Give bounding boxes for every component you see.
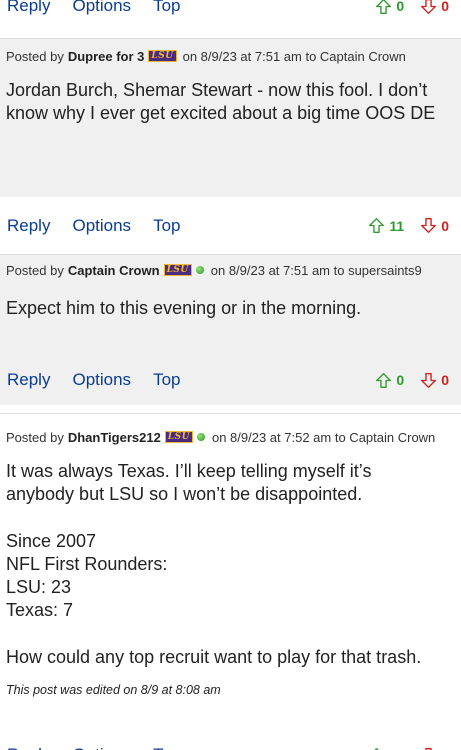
- upvote-count: 11: [389, 217, 405, 234]
- posted-by-label: Posted by: [6, 48, 64, 64]
- post-line: NFL First Rounders:: [6, 554, 168, 574]
- edited-note: This post was edited on 8/9 at 8:08 am: [6, 683, 221, 697]
- post-line: Since 2007: [6, 531, 97, 551]
- post-meta: on 8/9/23 at 7:51 am to supersaints9: [210, 262, 422, 278]
- post-line: anybody but LSU so I won’t be disappoint…: [6, 484, 363, 504]
- lsu-badge-icon: LSU: [163, 264, 192, 276]
- arrow-down-icon: [425, 747, 432, 750]
- lsu-badge-icon: LSU: [164, 431, 193, 443]
- upvote-button[interactable]: 10: [368, 747, 404, 750]
- arrow-up-icon: [376, 372, 392, 388]
- post-meta: on 8/9/23 at 7:52 am to Captain Crown: [211, 429, 436, 445]
- author-link[interactable]: Dupree for 3: [68, 49, 145, 64]
- reply-link[interactable]: Reply: [7, 370, 50, 390]
- author-link[interactable]: DhanTigers212: [68, 430, 161, 445]
- post-header: Posted by DhanTigers212 LSU on 8/9/23 at…: [0, 422, 461, 452]
- reply-link[interactable]: Reply: [7, 216, 50, 236]
- upvote-count: 0: [396, 372, 405, 388]
- lsu-badge-icon: LSU: [148, 50, 177, 62]
- author-link[interactable]: Captain Crown: [68, 263, 160, 278]
- post-header: Posted by Captain Crown LSU on 8/9/23 at…: [0, 255, 461, 285]
- post-header: Posted by Dupree for 3 LSU on 8/9/23 at …: [0, 39, 461, 73]
- arrow-down-icon: [421, 0, 437, 14]
- top-link[interactable]: Top: [153, 745, 180, 750]
- post-body: Expect him to this evening or in the mor…: [6, 298, 362, 318]
- arrow-up-icon: [376, 0, 392, 14]
- post-line: [6, 622, 455, 646]
- upvote-count: 0: [396, 0, 405, 14]
- post-line: [6, 506, 455, 530]
- post-line: How could any top recruit want to play f…: [6, 647, 422, 667]
- options-link[interactable]: Options: [72, 745, 131, 750]
- post-actions: Reply Options Top 10 1: [0, 733, 461, 750]
- online-status-icon: [195, 266, 204, 274]
- reply-link[interactable]: Reply: [7, 0, 50, 16]
- downvote-button[interactable]: 0: [420, 0, 449, 15]
- arrow-up-icon: [369, 218, 385, 233]
- downvote-button[interactable]: 1: [420, 747, 449, 750]
- downvote-count: 0: [441, 217, 449, 234]
- upvote-button[interactable]: 0: [375, 372, 404, 389]
- post-content: Expect him to this evening or in the mor…: [0, 285, 461, 355]
- posted-by-label: Posted by: [6, 429, 64, 445]
- post-line: It was always Texas. I’ll keep telling m…: [6, 461, 372, 481]
- arrow-down-icon: [421, 218, 437, 233]
- post-actions: Reply Options Top 11 0: [0, 197, 461, 254]
- arrow-up-icon: [373, 747, 379, 750]
- post-meta: on 8/9/23 at 7:51 am to Captain Crown: [182, 48, 406, 64]
- options-link[interactable]: Options: [72, 0, 131, 16]
- options-link[interactable]: Options: [72, 370, 131, 390]
- post-actions: Reply Options Top 0 0: [0, 355, 461, 405]
- downvote-button[interactable]: 0: [420, 372, 449, 389]
- post: Posted by DhanTigers212 LSU on 8/9/23 at…: [0, 422, 461, 750]
- post-line: Texas: 7: [6, 600, 74, 620]
- options-link[interactable]: Options: [72, 216, 131, 236]
- post-body: Jordan Burch, Shemar Stewart - now this …: [6, 80, 436, 123]
- post-content: Jordan Burch, Shemar Stewart - now this …: [0, 73, 461, 197]
- top-link[interactable]: Top: [153, 370, 180, 390]
- post-line: LSU: 23: [6, 577, 72, 597]
- upvote-button[interactable]: 11: [368, 217, 404, 234]
- top-link[interactable]: Top: [153, 216, 180, 236]
- online-status-icon: [196, 433, 205, 441]
- post-actions-previous: Reply Options Top 0 0: [0, 0, 461, 24]
- post: Posted by Dupree for 3 LSU on 8/9/23 at …: [0, 39, 461, 254]
- post-body: It was always Texas. I’ll keep telling m…: [0, 452, 461, 669]
- top-link[interactable]: Top: [153, 0, 180, 16]
- posted-by-label: Posted by: [6, 262, 64, 278]
- downvote-button[interactable]: 0: [420, 217, 449, 234]
- downvote-count: 0: [441, 0, 449, 14]
- post: Posted by Captain Crown LSU on 8/9/23 at…: [0, 255, 461, 405]
- divider: [0, 413, 461, 414]
- arrow-down-icon: [421, 372, 437, 388]
- downvote-count: 0: [441, 372, 449, 388]
- upvote-button[interactable]: 0: [375, 0, 404, 15]
- reply-link[interactable]: Reply: [7, 745, 50, 750]
